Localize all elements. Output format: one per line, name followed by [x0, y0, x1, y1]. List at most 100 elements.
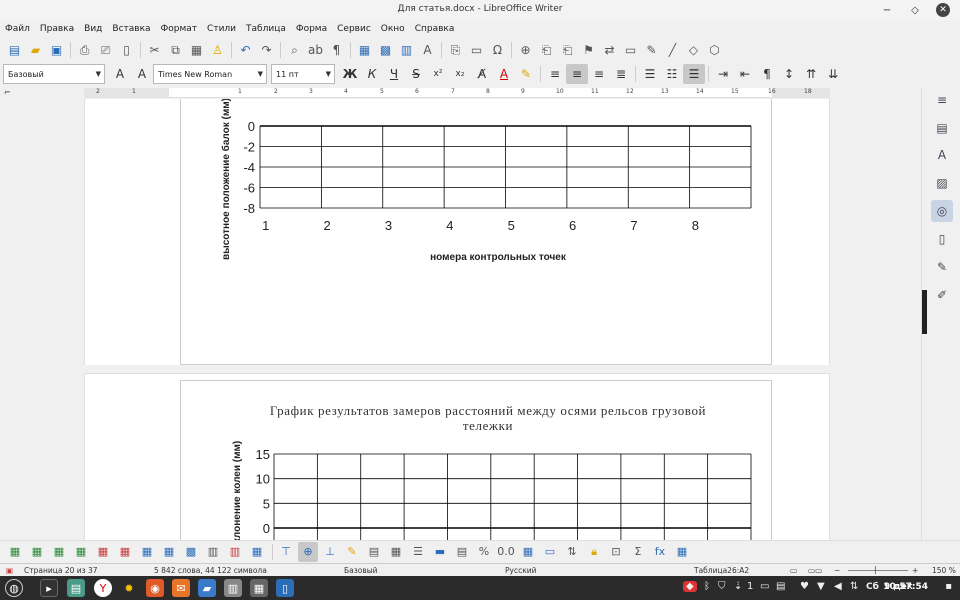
menu-file[interactable]: Файл — [5, 21, 30, 37]
update-style-icon[interactable]: A — [109, 64, 131, 84]
spelling-icon[interactable]: ab — [305, 40, 326, 60]
footnote-icon[interactable]: ⎗ — [536, 40, 557, 60]
bullets-icon[interactable]: ☰ — [639, 64, 661, 84]
menu-table[interactable]: Таблица — [246, 21, 286, 37]
formula-icon[interactable]: fx — [650, 542, 670, 562]
manage-changes-icon[interactable]: ✐ — [931, 284, 953, 306]
sun-app-icon[interactable]: ✹ — [120, 579, 138, 597]
clock[interactable]: 10:57:54 — [883, 582, 928, 592]
page[interactable]: 0 -2 -4 -6 -8 1 2 3 4 5 6 7 8 высотное положение ба… — [84, 99, 830, 365]
insert-table-icon[interactable]: ▦ — [354, 40, 375, 60]
repeat-heading-icon[interactable]: ▭ — [540, 542, 560, 562]
draw-functions-icon[interactable]: ⬡ — [704, 40, 725, 60]
browser-icon[interactable]: Y — [94, 579, 112, 597]
archive-icon[interactable]: ▥ — [224, 579, 242, 597]
close-button[interactable]: ✕ — [936, 3, 950, 17]
print-preview-icon[interactable]: ▯ — [116, 40, 137, 60]
menu-window[interactable]: Окно — [381, 21, 405, 37]
language[interactable]: Русский — [505, 566, 537, 575]
menu-form[interactable]: Форма — [296, 21, 327, 37]
chat-icon[interactable]: ▭ — [760, 581, 769, 592]
italic-button[interactable]: К — [361, 64, 383, 84]
update-icon[interactable]: ⇣ — [734, 581, 742, 592]
insert-rows-above-icon[interactable]: ▦ — [5, 542, 25, 562]
border-color-icon[interactable]: ▬ — [430, 542, 450, 562]
menu-edit[interactable]: Правка — [40, 21, 74, 37]
redo-icon[interactable]: ↷ — [256, 40, 277, 60]
zoom-in-icon[interactable]: + — [912, 566, 918, 575]
calculator-icon[interactable]: ▦ — [250, 579, 268, 597]
doc-modified-icon[interactable]: ▣ — [6, 566, 13, 575]
new-style-icon[interactable]: A — [131, 64, 153, 84]
comment-icon[interactable]: ▭ — [620, 40, 641, 60]
chart-track-gauge[interactable]: График результатов замеров расстояний ме… — [85, 374, 831, 540]
paragraph-icon[interactable]: ¶ — [756, 64, 778, 84]
shield-icon[interactable]: ⛉ — [718, 581, 726, 592]
endnote-icon[interactable]: ⎗ — [557, 40, 578, 60]
increase-spacing-icon[interactable]: ⇈ — [800, 64, 822, 84]
style-inspector-icon[interactable]: ✎ — [931, 256, 953, 278]
gallery-icon[interactable]: ▨ — [931, 172, 953, 194]
zoom-level[interactable]: 150 % — [932, 566, 956, 575]
open-folder-icon[interactable]: ▰ — [25, 40, 46, 60]
menu-styles[interactable]: Стили — [207, 21, 236, 37]
export-pdf-icon[interactable]: ⎙ — [74, 40, 95, 60]
menu-format[interactable]: Формат — [161, 21, 198, 37]
delete-rows-icon[interactable]: ▦ — [93, 542, 113, 562]
anydesk-tray-icon[interactable]: ◆ — [683, 581, 697, 592]
insert-image-icon[interactable]: ▩ — [375, 40, 396, 60]
align-middle-icon[interactable]: ⊕ — [298, 541, 318, 562]
page-count[interactable]: Страница 20 из 37 — [24, 566, 98, 575]
insert-textbox-icon[interactable]: A — [417, 40, 438, 60]
undo-icon[interactable]: ↶ — [235, 40, 256, 60]
styles-icon[interactable]: A — [931, 144, 953, 166]
insert-chart-icon[interactable]: ▥ — [396, 40, 417, 60]
menu-tools[interactable]: Сервис — [337, 21, 371, 37]
strikethrough-button[interactable]: S — [405, 64, 427, 84]
decimal-icon[interactable]: 0.0 — [496, 542, 516, 562]
book-view-icon[interactable]: ▭▭ — [808, 566, 822, 575]
terminal-icon[interactable]: ▸ — [40, 579, 58, 597]
delete-table-icon[interactable]: ▦ — [137, 542, 157, 562]
numbering-icon[interactable]: ☷ — [661, 64, 683, 84]
font-color-icon[interactable]: A — [493, 64, 515, 84]
split-cells-icon[interactable]: ▥ — [225, 542, 245, 562]
sum-icon[interactable]: Σ — [628, 542, 648, 562]
zoom-slider-handle[interactable]: | — [874, 565, 877, 574]
decrease-spacing-icon[interactable]: ⇊ — [822, 64, 844, 84]
zoom-out-icon[interactable]: − — [834, 566, 840, 575]
protect-cells-icon[interactable]: 🔒︎ — [584, 542, 604, 562]
save-icon[interactable]: ▣ — [46, 40, 67, 60]
decrease-indent-icon[interactable]: ⇤ — [734, 64, 756, 84]
page-break-icon[interactable]: ⎘ — [445, 40, 466, 60]
file-manager-icon[interactable]: ▰ — [198, 579, 216, 597]
writer-taskbar-icon[interactable]: ▯ — [276, 579, 294, 597]
heart-icon[interactable]: ♥ — [800, 581, 809, 592]
minimize-button[interactable]: − — [880, 3, 894, 17]
bold-button[interactable]: Ж — [339, 64, 361, 84]
print-icon[interactable]: ⎚ — [95, 40, 116, 60]
properties-icon[interactable]: ▤ — [931, 117, 953, 139]
special-character-icon[interactable]: Ω — [487, 40, 508, 60]
select-table-icon[interactable]: ▦ — [159, 542, 179, 562]
merge-cells-icon[interactable]: ▥ — [203, 542, 223, 562]
borders-icon[interactable]: ▦ — [386, 542, 406, 562]
firefox-icon[interactable]: ◉ — [146, 579, 164, 597]
line-icon[interactable]: ╱ — [662, 40, 683, 60]
zoom-slider[interactable] — [848, 570, 908, 571]
unprotect-cells-icon[interactable]: ⊡ — [606, 542, 626, 562]
menu-insert[interactable]: Вставка — [112, 21, 150, 37]
chart-beam-height[interactable]: 0 -2 -4 -6 -8 1 2 3 4 5 6 7 8 высотное положение ба… — [85, 99, 831, 365]
wifi-icon[interactable]: ▼ — [817, 581, 825, 592]
delete-columns-icon[interactable]: ▦ — [115, 542, 135, 562]
network-icon[interactable]: ⇅ — [850, 581, 858, 592]
font-size-combo[interactable]: 11 пт ▼ — [271, 64, 335, 84]
font-name-combo[interactable]: Times New Roman ▼ — [153, 64, 267, 84]
view-layout-icon[interactable]: ▭ — [790, 566, 797, 575]
insert-rows-below-icon[interactable]: ▦ — [27, 542, 47, 562]
show-desktop-icon[interactable]: ▪ — [945, 581, 952, 592]
word-count[interactable]: 5 842 слова, 44 122 символа — [154, 566, 267, 575]
new-document-icon[interactable]: ▤ — [4, 40, 25, 60]
table-properties-icon[interactable]: ▦ — [247, 542, 267, 562]
hyperlink-icon[interactable]: ⊕ — [515, 40, 536, 60]
